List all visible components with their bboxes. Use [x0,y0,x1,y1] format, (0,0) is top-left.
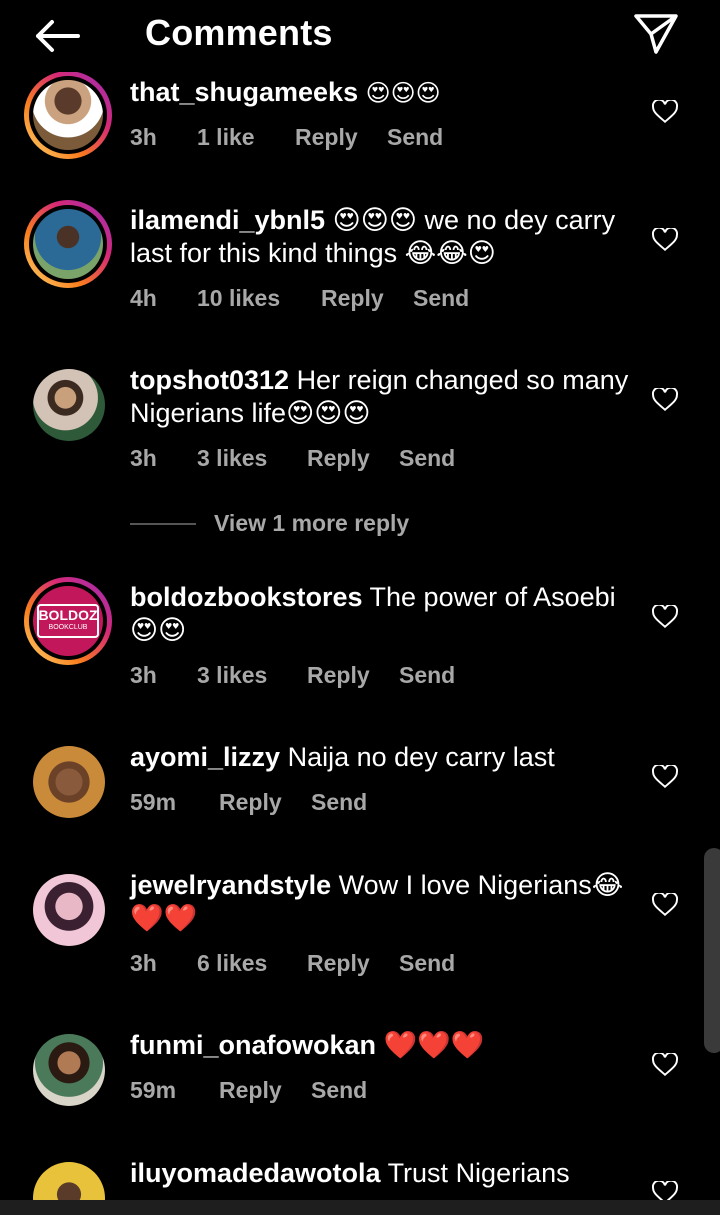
heart-icon[interactable] [652,765,678,789]
avatar[interactable]: BOLDOZ BOOKCLUB [24,577,112,665]
avatar[interactable] [24,1025,112,1113]
reply-button[interactable]: Reply [219,1077,282,1104]
scrollbar[interactable] [704,848,720,1053]
comment-username[interactable]: topshot0312 [130,365,289,395]
comment-text: 😍😍😍 [365,79,441,107]
comment-likes[interactable]: 3 likes [197,662,267,689]
comment-text: Naija no dey carry last [287,742,555,772]
arrow-left-icon[interactable] [30,14,82,58]
avatar-logo-subtext: BOOKCLUB [48,624,88,631]
reply-button[interactable]: Reply [219,789,282,816]
comment-username[interactable]: ilamendi_ybnl5 [130,205,325,235]
comment-username[interactable]: funmi_onafowokan [130,1030,376,1060]
comment-text: Trust Nigerians [387,1158,570,1188]
heart-icon[interactable] [652,893,678,917]
comment-time: 3h [130,662,157,688]
comment-time: 59m [130,1077,177,1103]
heart-icon[interactable] [652,388,678,412]
avatar[interactable] [24,865,112,953]
comment-username[interactable]: jewelryandstyle [130,870,331,900]
page-title: Comments [145,12,333,53]
comment-username[interactable]: ayomi_lizzy [130,742,280,772]
comment-username[interactable]: iluyomadedawotola [130,1158,381,1188]
heart-icon[interactable] [652,1181,678,1200]
send-button[interactable]: Send [399,445,455,472]
comment-time: 3h [130,950,157,976]
send-button[interactable]: Send [413,285,469,312]
send-button[interactable]: Send [399,950,455,977]
comments-feed[interactable]: that_shugameeks 😍😍😍 3h 1 like Reply Send… [0,0,720,1200]
reply-button[interactable]: Reply [321,285,384,312]
view-more-label[interactable]: View 1 more reply [214,510,409,537]
comment-time: 3h [130,124,157,150]
comment-username[interactable]: boldozbookstores [130,582,363,612]
avatar[interactable] [24,71,112,159]
top-bar: Comments [0,0,720,72]
avatar[interactable] [24,737,112,825]
send-button[interactable]: Send [311,789,367,816]
avatar[interactable] [24,200,112,288]
send-button[interactable]: Send [387,124,443,151]
comment-likes[interactable]: 1 like [197,124,255,151]
comment-time: 59m [130,789,177,815]
comment-likes[interactable]: 3 likes [197,445,267,472]
reply-button[interactable]: Reply [307,662,370,689]
send-button[interactable]: Send [311,1077,367,1104]
reply-button[interactable]: Reply [295,124,358,151]
heart-icon[interactable] [652,605,678,629]
system-nav-bar [0,1200,720,1215]
comment-username[interactable]: that_shugameeks [130,77,358,107]
comment-text: ❤️❤️❤️ [383,1030,485,1060]
avatar-logo-text: BOLDOZ [38,607,98,623]
comment-likes[interactable]: 10 likes [197,285,280,312]
send-button[interactable]: Send [399,662,455,689]
reply-button[interactable]: Reply [307,445,370,472]
avatar[interactable] [24,1153,112,1200]
reply-button[interactable]: Reply [307,950,370,977]
paper-plane-icon[interactable] [632,12,680,56]
comment-time: 3h [130,445,157,471]
heart-icon[interactable] [652,1053,678,1077]
heart-icon[interactable] [652,228,678,252]
comment-time: 4h [130,285,157,311]
divider [130,523,196,525]
comment-likes[interactable]: 6 likes [197,950,267,977]
avatar[interactable] [24,360,112,448]
heart-icon[interactable] [652,100,678,124]
